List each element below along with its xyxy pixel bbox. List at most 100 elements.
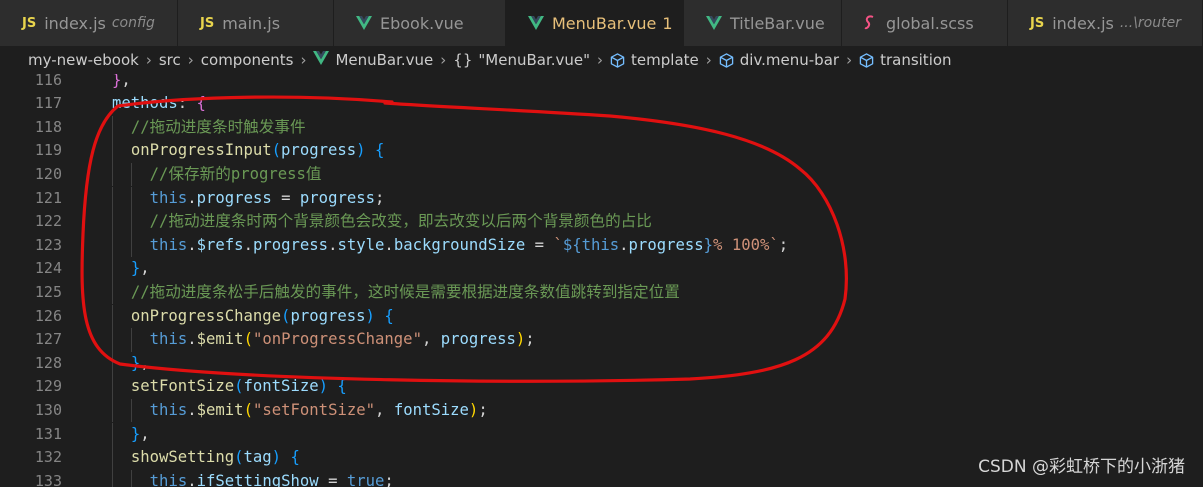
code-text: showSetting(tag) {	[131, 446, 300, 470]
indent-guide	[112, 162, 113, 187]
chevron-right-icon: ›	[846, 51, 853, 69]
code-line[interactable]: 117 methods: {	[0, 92, 1203, 116]
code-token: .	[187, 330, 197, 349]
code-token: progress	[290, 306, 366, 325]
code-token: )	[365, 306, 385, 325]
code-token: {	[290, 448, 300, 467]
code-token: )	[515, 330, 526, 349]
tab-5[interactable]: global.scss	[842, 0, 1008, 46]
code-token: }	[130, 424, 141, 443]
tab-1[interactable]: JS main.js	[178, 0, 334, 46]
editor-tab-bar: JS index.js config JS main.js Ebook.vue MenuBa…	[0, 0, 1203, 46]
code-token: }	[130, 353, 141, 372]
code-token: )	[271, 448, 291, 467]
line-number: 125	[34, 282, 62, 301]
js-file-icon: JS	[1030, 15, 1045, 31]
breadcrumb-item-2[interactable]: components	[201, 51, 294, 69]
line-number: 126	[34, 306, 62, 325]
code-text: methods: {	[112, 92, 206, 116]
code-line[interactable]: 120 //保存新的progress值	[0, 162, 1203, 187]
breadcrumb: my-new-ebook › src › components › MenuBar.vue ›…	[0, 46, 1203, 74]
code-text: this.$emit("setFontSize", fontSize);	[150, 399, 488, 423]
code-token: $emit	[196, 330, 244, 349]
indent-guide	[130, 210, 132, 234]
code-line[interactable]: 119 onProgressInput(progress) {	[0, 139, 1203, 163]
code-line[interactable]: 125 //拖动进度条松手后触发的事件，这时候是需要根据进度条数值跳转到指定位置	[0, 280, 1203, 305]
code-token: )	[356, 141, 375, 160]
code-token: {	[337, 377, 347, 396]
breadcrumb-label: src	[158, 51, 181, 69]
code-token: .	[384, 235, 394, 254]
vue-file-icon	[706, 16, 722, 30]
code-line[interactable]: 128},	[0, 351, 1203, 376]
code-line[interactable]: 131},	[0, 422, 1203, 447]
code-token: (	[271, 141, 282, 160]
code-line[interactable]: 130 this.$emit("setFontSize", fontSize);	[0, 398, 1203, 423]
code-text: this.$emit("onProgressChange", progress)…	[150, 328, 535, 352]
code-token: ,	[121, 74, 131, 89]
code-token: this	[149, 471, 188, 487]
code-token: }	[130, 259, 141, 278]
breadcrumb-item-4[interactable]: {} "MenuBar.vue"	[453, 51, 590, 69]
line-number: 123	[34, 235, 62, 254]
code-line[interactable]: 122 //拖动进度条时两个背景颜色会改变，即去改变以后两个背景颜色的占比	[0, 210, 1203, 234]
line-number: 122	[34, 212, 62, 231]
breadcrumb-item-5[interactable]: template	[610, 51, 699, 69]
code-token: onProgressInput	[130, 141, 272, 160]
code-token: .	[187, 471, 197, 487]
code-token: {	[384, 306, 394, 325]
tab-label: MenuBar.vue	[552, 13, 657, 33]
code-token: "setFontSize"	[252, 400, 376, 419]
code-token: $emit	[196, 400, 244, 419]
tab-3[interactable]: MenuBar.vue1✕	[506, 0, 698, 46]
code-line[interactable]: 123 this.$refs.progress.style.backgroundS…	[0, 233, 1203, 258]
tab-4[interactable]: TitleBar.vue	[684, 0, 842, 46]
cube-icon	[610, 52, 625, 68]
breadcrumb-item-6[interactable]: div.menu-bar	[719, 51, 839, 69]
code-token: methods	[112, 94, 178, 113]
breadcrumb-item-3[interactable]: MenuBar.vue	[313, 51, 433, 69]
code-line[interactable]: 116},	[0, 74, 1203, 92]
code-token: this	[149, 188, 188, 207]
breadcrumb-label: components	[200, 51, 294, 69]
breadcrumb-item-7[interactable]: transition	[859, 51, 952, 69]
code-editor[interactable]: 116}, 117 methods: {118//拖动进度条时触发事件 119 onPr…	[0, 74, 1203, 487]
code-token: {	[374, 141, 385, 160]
tab-label: global.scss	[886, 13, 974, 33]
scss-file-icon	[864, 15, 878, 31]
code-token: .	[619, 235, 629, 254]
breadcrumb-label: "MenuBar.vue"	[478, 51, 591, 69]
code-line[interactable]: 127 this.$emit("onProgressChange", progre…	[0, 328, 1203, 352]
code-line[interactable]: 121 this.progress = progress;	[0, 186, 1203, 211]
chevron-right-icon: ›	[705, 51, 712, 69]
tab-6[interactable]: JS index.js ...\router	[1008, 0, 1203, 46]
code-line[interactable]: 118 //拖动进度条时触发事件	[0, 115, 1203, 140]
code-line[interactable]: 129 setFontSize(fontSize) {	[0, 375, 1203, 399]
tab-0[interactable]: JS index.js config	[0, 0, 178, 46]
breadcrumb-item-0[interactable]: my-new-ebook	[28, 51, 139, 69]
code-token: ${	[562, 235, 582, 254]
line-number: 118	[34, 117, 62, 136]
js-file-icon: JS	[22, 15, 37, 31]
code-line[interactable]: 124},	[0, 257, 1203, 281]
code-token: :	[177, 94, 197, 113]
line-number: 120	[34, 164, 62, 183]
code-token: .	[187, 400, 197, 419]
code-token: progress	[299, 188, 376, 207]
breadcrumb-item-1[interactable]: src	[159, 51, 181, 69]
tab-2[interactable]: Ebook.vue	[334, 0, 506, 46]
cube-icon	[859, 52, 874, 68]
tab-label: Ebook.vue	[380, 13, 464, 33]
code-token: }	[703, 235, 714, 254]
code-token: progress	[628, 235, 704, 254]
line-number: 116	[34, 74, 62, 89]
code-token: showSetting	[130, 448, 235, 467]
chevron-right-icon: ›	[187, 51, 194, 69]
tab-label: main.js	[222, 13, 281, 33]
chevron-right-icon: ›	[145, 51, 152, 69]
code-token: )	[468, 400, 479, 419]
indent-guide	[112, 115, 113, 140]
indent-guide	[130, 162, 132, 187]
code-line[interactable]: 126 onProgressChange(progress) {	[0, 304, 1203, 329]
indent-guide	[130, 186, 132, 211]
